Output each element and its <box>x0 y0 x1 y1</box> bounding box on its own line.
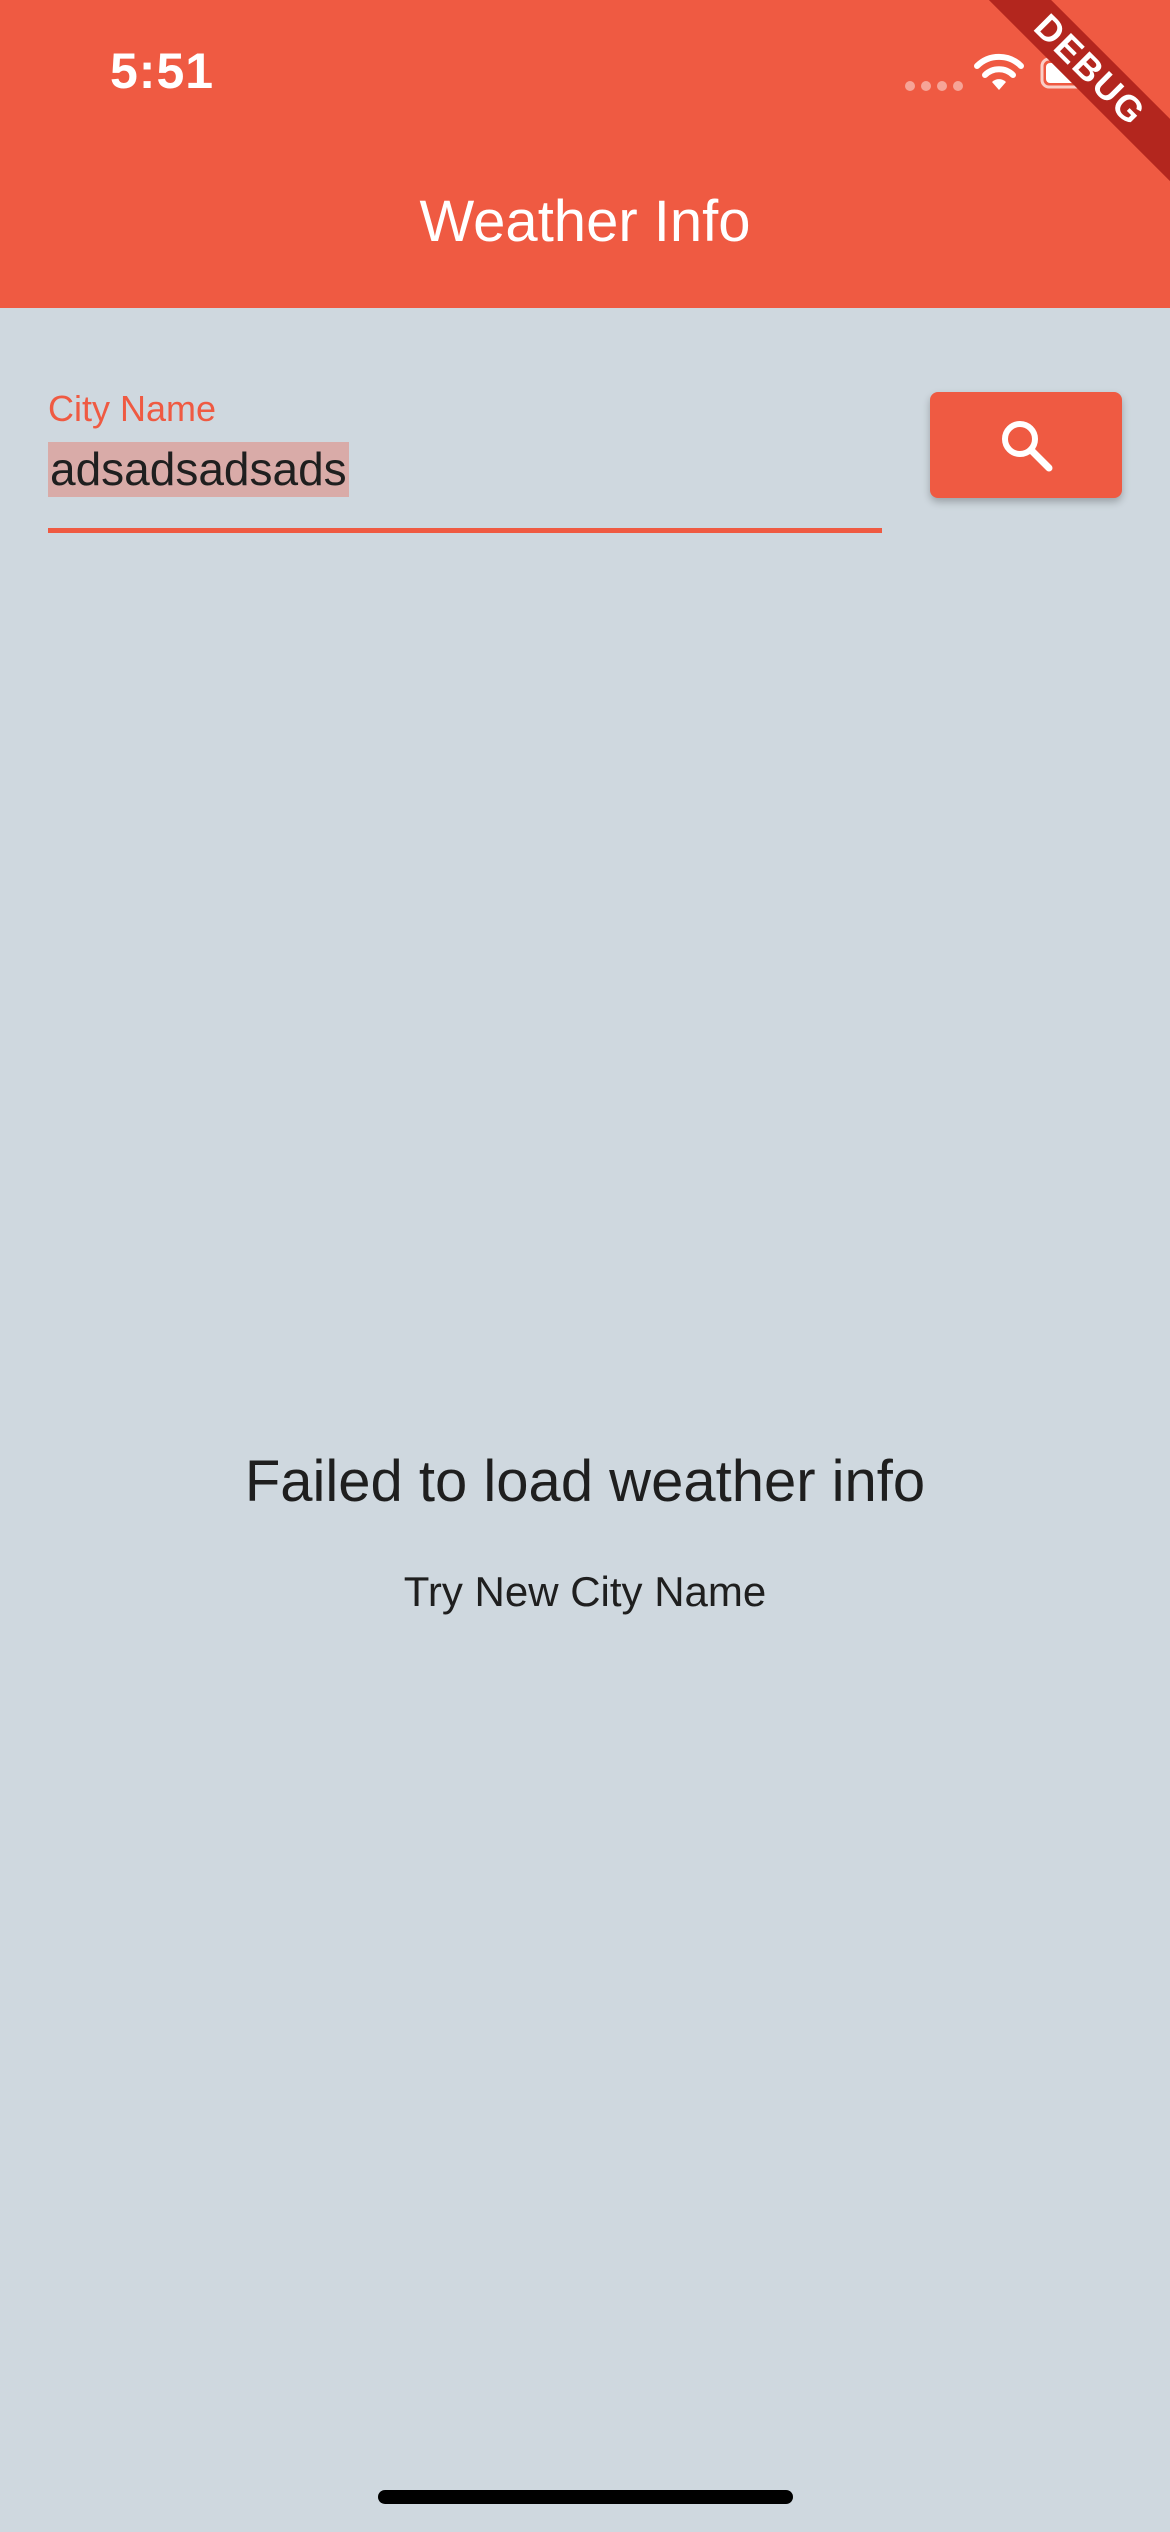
search-icon <box>1002 421 1053 472</box>
app-bar: 5:51 DEBUG Weather Info <box>0 0 1170 308</box>
error-subtitle: Try New City Name <box>403 1568 767 1615</box>
error-title: Failed to load weather info <box>244 1449 926 1514</box>
status-time: 5:51 <box>110 43 215 99</box>
city-name-input[interactable]: adsadsadsads <box>48 442 349 497</box>
debug-banner: DEBUG <box>968 0 1170 192</box>
page-title: Weather Info <box>419 189 751 254</box>
city-name-label: City Name <box>48 388 217 429</box>
wifi-icon <box>974 53 1024 90</box>
home-indicator[interactable] <box>378 2490 793 2504</box>
signal-dots-icon <box>905 81 963 91</box>
city-name-underline <box>48 528 882 533</box>
search-button[interactable] <box>930 392 1122 498</box>
